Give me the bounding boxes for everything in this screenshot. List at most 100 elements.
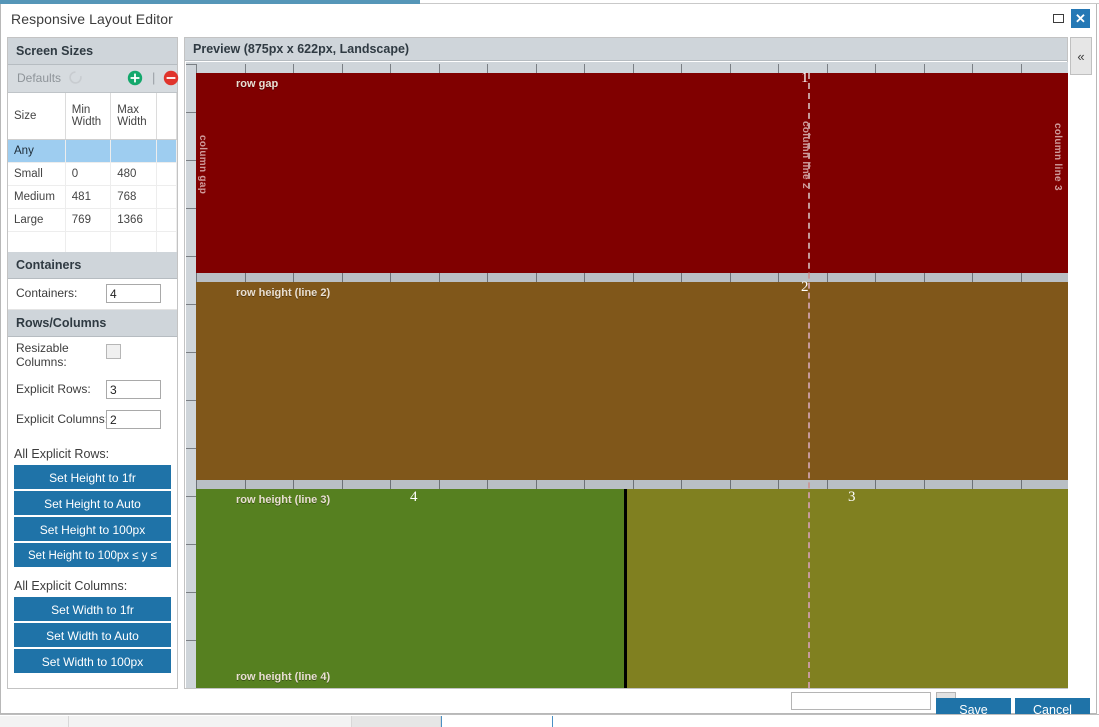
- ruler-tick: [390, 64, 391, 73]
- cell-marker-1: 1: [801, 70, 809, 87]
- row-gap-strip-2: [196, 480, 1068, 489]
- column-line-2-guide[interactable]: [808, 73, 810, 688]
- ruler-tick: [186, 448, 196, 449]
- taskbar-segment-active[interactable]: [441, 716, 552, 727]
- cell-min-width: 769: [65, 209, 110, 232]
- gap-ruler-tick: [390, 273, 391, 282]
- gap-ruler-tick: [196, 480, 197, 489]
- ruler-tick: [827, 64, 828, 73]
- restore-window-icon[interactable]: [1053, 12, 1066, 25]
- cell-min-width: 481: [65, 186, 110, 209]
- cell-min-width: [65, 140, 110, 163]
- set-width-1fr-button[interactable]: Set Width to 1fr: [14, 597, 171, 621]
- add-icon[interactable]: [127, 70, 143, 86]
- refresh-icon[interactable]: [68, 70, 83, 85]
- cell-size: Large: [8, 209, 65, 232]
- gap-ruler-tick: [1021, 480, 1022, 489]
- row-height-line-3-label: row height (line 3): [236, 494, 330, 506]
- table-row[interactable]: Large 769 1366: [8, 209, 177, 232]
- ruler-tick: [186, 256, 196, 257]
- column-header-max-width: Max Width: [111, 93, 156, 140]
- cell-max-width: 768: [111, 186, 156, 209]
- ruler-tick: [186, 352, 196, 353]
- gap-ruler-tick: [778, 480, 779, 489]
- responsive-layout-editor-dialog: Responsive Layout Editor ✕ Screen Sizes …: [0, 4, 1097, 714]
- gap-ruler-tick: [633, 273, 634, 282]
- ruler-tick: [186, 544, 196, 545]
- table-row[interactable]: Any: [8, 140, 177, 163]
- grid-row-3[interactable]: row height (line 3) row height (line 4) …: [196, 489, 1068, 688]
- set-height-auto-button[interactable]: Set Height to Auto: [14, 491, 171, 515]
- gap-ruler-tick: [293, 480, 294, 489]
- containers-input[interactable]: [106, 284, 161, 303]
- column-header-min-width: Min Width: [65, 93, 110, 140]
- gap-ruler-tick: [827, 480, 828, 489]
- taskbar-strip: [0, 714, 1099, 727]
- gap-ruler-tick: [439, 480, 440, 489]
- preview-stage[interactable]: row gap column gap column line 2 column …: [186, 62, 1068, 688]
- gap-ruler-tick: [584, 480, 585, 489]
- resizable-columns-row: Resizable Columns:: [8, 337, 177, 375]
- cell-spacer: [156, 209, 176, 232]
- row-height-line-4-label: row height (line 4): [236, 671, 330, 683]
- explicit-rows-row: Explicit Rows:: [8, 375, 177, 405]
- settings-sidebar: Screen Sizes Defaults |: [7, 37, 178, 689]
- set-width-auto-button[interactable]: Set Width to Auto: [14, 623, 171, 647]
- table-row[interactable]: Small 0 480: [8, 163, 177, 186]
- cell-marker-2: 2: [801, 279, 809, 296]
- ruler-tick: [681, 64, 682, 73]
- cell-size: Any: [8, 140, 65, 163]
- gap-ruler-tick: [293, 273, 294, 282]
- all-explicit-rows-label: All Explicit Rows:: [8, 435, 177, 465]
- close-window-icon[interactable]: ✕: [1071, 9, 1090, 28]
- gap-ruler-tick: [730, 273, 731, 282]
- defaults-label: Defaults: [17, 71, 61, 85]
- gap-ruler-tick: [342, 273, 343, 282]
- gap-ruler-tick: [196, 273, 197, 282]
- column-divider[interactable]: [624, 489, 627, 688]
- table-row[interactable]: Medium 481 768: [8, 186, 177, 209]
- taskbar-segment[interactable]: [0, 716, 69, 727]
- explicit-columns-input[interactable]: [106, 410, 161, 429]
- set-height-100px-button[interactable]: Set Height to 100px: [14, 517, 171, 541]
- footer-input[interactable]: [791, 692, 931, 710]
- ruler-tick: [439, 64, 440, 73]
- ruler-tick: [186, 400, 196, 401]
- preview-header: Preview (875px x 622px, Landscape): [185, 38, 1067, 61]
- gap-ruler-tick: [681, 480, 682, 489]
- column-header-spacer: [156, 93, 176, 140]
- cell-marker-4: 4: [410, 489, 418, 506]
- ruler-tick: [186, 160, 196, 161]
- grid-cell-right[interactable]: [626, 489, 1068, 688]
- set-height-1fr-button[interactable]: Set Height to 1fr: [14, 465, 171, 489]
- row-gap-strip-1: [196, 273, 1068, 282]
- ruler-tick: [972, 64, 973, 73]
- gap-ruler-tick: [584, 273, 585, 282]
- gap-ruler-tick: [730, 480, 731, 489]
- cell-marker-3: 3: [848, 489, 856, 506]
- gap-ruler-tick: [681, 273, 682, 282]
- collapse-panel-icon[interactable]: «: [1070, 37, 1092, 75]
- ruler-tick: [186, 64, 196, 65]
- set-height-range-button[interactable]: Set Height to 100px ≤ y ≤ Auto: [14, 543, 171, 567]
- cell-min-width: 0: [65, 163, 110, 186]
- resizable-columns-checkbox[interactable]: [106, 344, 121, 359]
- grid-row-2[interactable]: row height (line 2): [196, 282, 1068, 480]
- remove-icon[interactable]: [163, 70, 179, 86]
- ruler-tick: [186, 496, 196, 497]
- explicit-rows-input[interactable]: [106, 380, 161, 399]
- grid-row-1[interactable]: row gap column gap column line 2 column …: [196, 73, 1068, 273]
- ruler-tick: [584, 64, 585, 73]
- taskbar-segment[interactable]: [352, 716, 441, 727]
- taskbar-segment[interactable]: [69, 716, 352, 727]
- gap-ruler-tick: [536, 273, 537, 282]
- ruler-tick: [633, 64, 634, 73]
- toolbar-separator: |: [152, 70, 155, 85]
- rows-columns-header: Rows/Columns: [8, 310, 177, 337]
- containers-label: Containers:: [16, 286, 77, 300]
- ruler-tick: [186, 208, 196, 209]
- taskbar-segment-active[interactable]: [552, 716, 599, 727]
- set-width-100px-button[interactable]: Set Width to 100px: [14, 649, 171, 673]
- ruler-tick: [245, 64, 246, 73]
- explicit-columns-row: Explicit Columns:: [8, 405, 177, 435]
